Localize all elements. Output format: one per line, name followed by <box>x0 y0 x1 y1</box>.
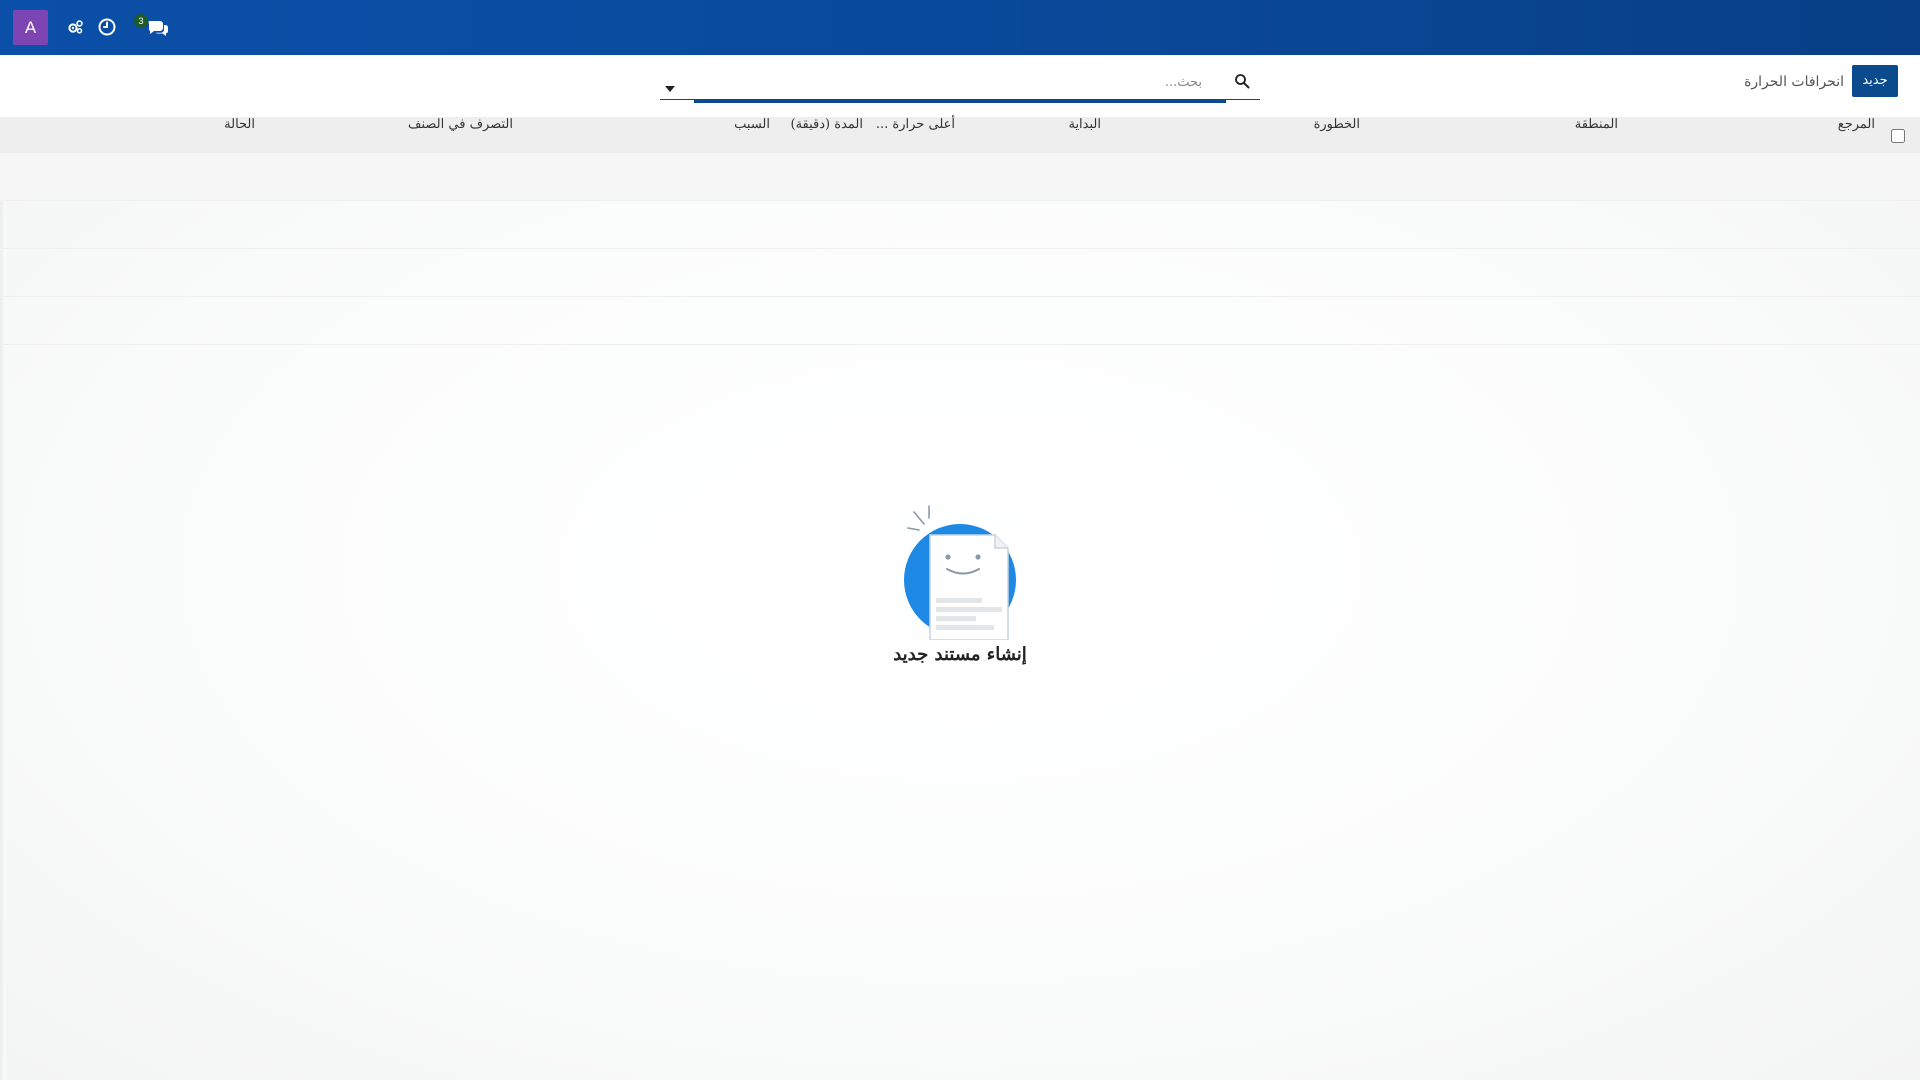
column-header-duration[interactable]: المدة (دقيقة) <box>791 117 863 153</box>
column-header-start[interactable]: البداية <box>1068 117 1101 153</box>
table-row <box>0 249 1920 297</box>
column-header-cause[interactable]: السبب <box>734 117 770 153</box>
table-row <box>0 297 1920 345</box>
empty-state: إنشاء مستند جديد <box>0 500 1920 665</box>
user-avatar[interactable]: A <box>13 10 48 45</box>
empty-state-title[interactable]: إنشاء مستند جديد <box>0 644 1920 665</box>
smiling-document-icon <box>904 505 1016 640</box>
caret-down-icon[interactable] <box>665 78 675 92</box>
table-row <box>0 153 1920 201</box>
column-header-zone[interactable]: المنطقة <box>1575 117 1618 153</box>
search-bar <box>660 65 1260 103</box>
gears-icon[interactable] <box>66 17 86 37</box>
search-input[interactable] <box>694 67 1204 97</box>
new-button[interactable]: جديد <box>1852 65 1898 97</box>
column-header-max-temperature[interactable]: أعلى حرارة ... <box>876 117 955 153</box>
column-header-status[interactable]: الحالة <box>224 117 255 153</box>
chat-icon[interactable] <box>146 17 170 37</box>
top-navbar: A 3 <box>0 0 1920 55</box>
table-row <box>0 201 1920 249</box>
list-header: المرجع المنطقة الخطورة البداية أعلى حرار… <box>0 117 1920 154</box>
chat-badge: 3 <box>134 14 148 28</box>
column-header-item-action[interactable]: التصرف في الصنف <box>408 117 513 153</box>
column-header-reference[interactable]: المرجع <box>1838 117 1875 153</box>
select-all-checkbox[interactable] <box>1891 129 1905 143</box>
breadcrumb: انحرافات الحرارة <box>1744 74 1844 90</box>
search-focus-underline <box>694 99 1226 103</box>
clock-icon[interactable] <box>97 17 117 37</box>
control-panel: جديد انحرافات الحرارة <box>0 55 1920 118</box>
column-header-severity[interactable]: الخطورة <box>1314 117 1360 153</box>
search-icon[interactable] <box>1234 73 1250 89</box>
